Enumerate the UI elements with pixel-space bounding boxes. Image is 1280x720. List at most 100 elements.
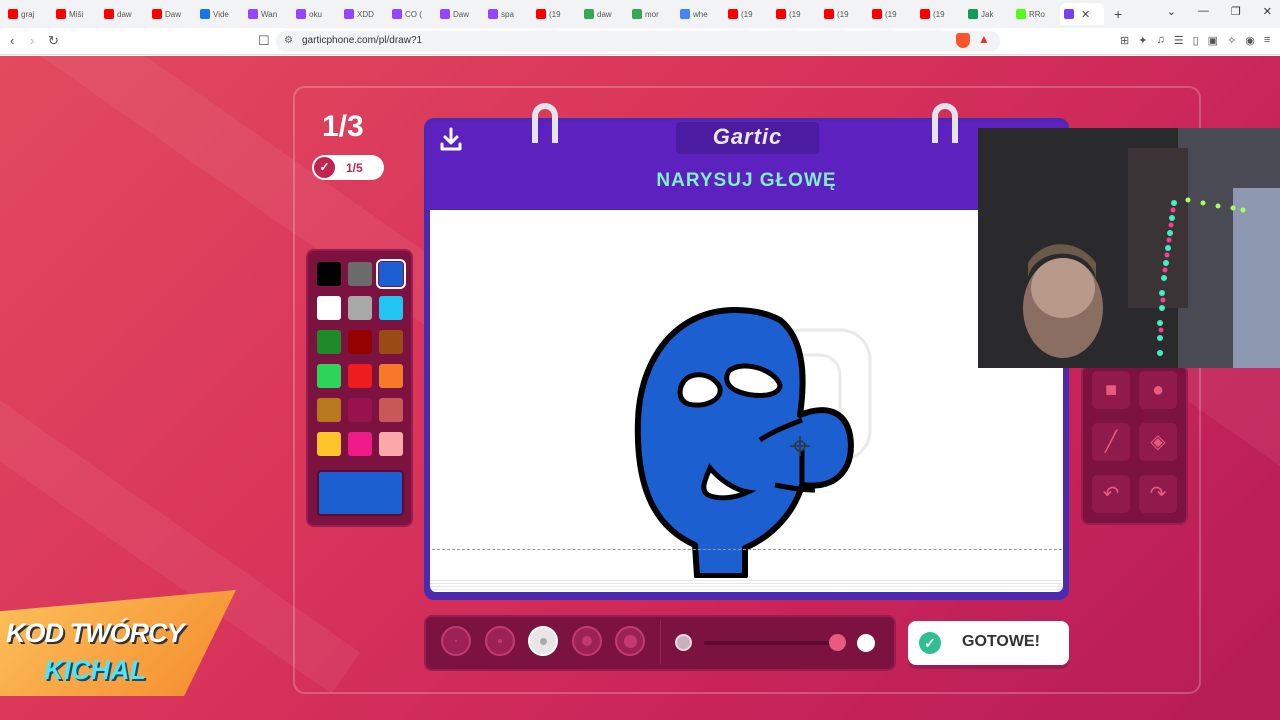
- brush-size-button[interactable]: [441, 626, 471, 656]
- brush-size-dot: [539, 637, 547, 645]
- opacity-slider-knob[interactable]: [829, 634, 846, 651]
- url-field[interactable]: ⚙ garticphone.com/pl/draw?1: [276, 31, 1000, 52]
- brush-size-button[interactable]: [571, 626, 602, 656]
- new-tab-icon[interactable]: +: [1114, 6, 1122, 22]
- reading-list-icon[interactable]: ☰: [1174, 34, 1184, 47]
- color-swatch[interactable]: [379, 398, 403, 422]
- browser-tab[interactable]: daw: [580, 3, 628, 25]
- browser-tab[interactable]: (19: [772, 3, 820, 25]
- browser-tab[interactable]: (19: [532, 3, 580, 25]
- redo-icon[interactable]: ↷: [1139, 475, 1177, 513]
- brush-size-button[interactable]: [484, 626, 515, 656]
- back-icon[interactable]: ‹: [10, 33, 14, 48]
- browser-tab[interactable]: spa: [484, 3, 532, 25]
- color-swatch[interactable]: [379, 364, 403, 388]
- browser-tab[interactable]: (19: [868, 3, 916, 25]
- brush-size-button[interactable]: [615, 626, 645, 656]
- tab-favicon-icon: [920, 9, 930, 19]
- drawing-canvas[interactable]: [430, 210, 1063, 580]
- color-swatch[interactable]: [317, 398, 341, 422]
- color-swatch[interactable]: [317, 432, 341, 456]
- browser-tab[interactable]: XDD: [340, 3, 388, 25]
- color-swatch[interactable]: [317, 262, 341, 286]
- done-button[interactable]: ✓ GOTOWE!: [908, 621, 1069, 665]
- tab-label: (19: [837, 9, 849, 19]
- browser-tab[interactable]: daw: [100, 3, 148, 25]
- sidebar-icon[interactable]: ▯: [1193, 34, 1199, 47]
- tab-label: (19: [885, 9, 897, 19]
- menu-icon[interactable]: ≡: [1264, 34, 1270, 47]
- browser-tab[interactable]: Vide: [196, 3, 244, 25]
- ellipse-tool-icon[interactable]: ●: [1139, 371, 1177, 409]
- color-swatch[interactable]: [348, 330, 372, 354]
- color-swatch[interactable]: [348, 296, 372, 320]
- translate-icon[interactable]: ⊞: [1120, 34, 1129, 47]
- browser-tab[interactable]: Daw: [436, 3, 484, 25]
- vpn-icon[interactable]: ◉: [1245, 34, 1255, 47]
- brush-size-button[interactable]: [528, 626, 558, 656]
- tab-favicon-icon: [728, 9, 738, 19]
- tab-label: spa: [501, 9, 514, 19]
- undo-icon[interactable]: ↶: [1092, 475, 1130, 513]
- tab-label: daw: [597, 9, 612, 19]
- brave-rewards-icon[interactable]: ▲: [978, 32, 990, 46]
- browser-tab[interactable]: whe: [676, 3, 724, 25]
- tab-favicon-icon: [1064, 9, 1074, 19]
- download-icon[interactable]: [438, 126, 464, 152]
- brave-shield-icon[interactable]: [956, 33, 970, 48]
- site-info-icon[interactable]: ⚙: [284, 35, 293, 46]
- players-done-badge: ✓ 1/5: [312, 155, 384, 180]
- color-swatch[interactable]: [317, 296, 341, 320]
- browser-tab[interactable]: CO (: [388, 3, 436, 25]
- opacity-min-icon: [675, 634, 692, 651]
- browser-tab[interactable]: (19: [916, 3, 964, 25]
- browser-tab[interactable]: mor: [628, 3, 676, 25]
- round-counter: 1/3: [322, 110, 364, 143]
- bookmark-icon[interactable]: ☐: [258, 33, 270, 49]
- color-swatch[interactable]: [348, 432, 372, 456]
- tab-favicon-icon: [824, 9, 834, 19]
- color-swatch[interactable]: [317, 364, 341, 388]
- color-swatch[interactable]: [379, 432, 403, 456]
- color-swatch[interactable]: [379, 330, 403, 354]
- tab-label: (19: [789, 9, 801, 19]
- leo-icon[interactable]: ✧: [1227, 34, 1236, 47]
- tools-panel: ■ ● ╱ ◈ ↶ ↷: [1081, 365, 1188, 525]
- color-swatch[interactable]: [379, 296, 403, 320]
- toolbar-divider: [660, 620, 661, 664]
- color-swatch[interactable]: [348, 262, 372, 286]
- browser-tab[interactable]: oku: [292, 3, 340, 25]
- maximize-icon[interactable]: ❐: [1231, 5, 1241, 18]
- tab-search-icon[interactable]: ⌄: [1167, 5, 1176, 18]
- browser-tab[interactable]: Miši: [52, 3, 100, 25]
- tab-favicon-icon: [200, 9, 210, 19]
- tab-label: XDD: [357, 9, 374, 19]
- line-tool-icon[interactable]: ╱: [1092, 423, 1130, 461]
- color-swatch[interactable]: [376, 259, 406, 289]
- extension-icon[interactable]: ✦: [1138, 34, 1147, 47]
- browser-tab[interactable]: Wan: [244, 3, 292, 25]
- browser-tab[interactable]: (19: [820, 3, 868, 25]
- minimize-icon[interactable]: —: [1198, 5, 1209, 18]
- reload-icon[interactable]: ↻: [48, 33, 59, 49]
- wallet-icon[interactable]: ▣: [1208, 34, 1218, 47]
- browser-tab[interactable]: Jak: [964, 3, 1012, 25]
- media-icon[interactable]: ♫: [1156, 34, 1164, 47]
- color-swatch[interactable]: [348, 398, 372, 422]
- extensions-area: ⊞ ✦ ♫ ☰ ▯ ▣ ✧ ◉ ≡: [1120, 34, 1270, 47]
- color-swatch[interactable]: [317, 330, 341, 354]
- opacity-slider[interactable]: [704, 641, 834, 645]
- browser-tab[interactable]: Daw: [148, 3, 196, 25]
- close-window-icon[interactable]: ✕: [1263, 5, 1272, 18]
- tab-favicon-icon: [776, 9, 786, 19]
- tab-favicon-icon: [968, 9, 978, 19]
- browser-tab[interactable]: (19: [724, 3, 772, 25]
- forward-icon[interactable]: ›: [30, 33, 34, 48]
- browser-tab[interactable]: graj: [4, 3, 52, 25]
- browser-tab-active[interactable]: ✕: [1060, 3, 1104, 25]
- close-tab-icon[interactable]: ✕: [1081, 8, 1090, 21]
- browser-tab[interactable]: RRo: [1012, 3, 1060, 25]
- square-tool-icon[interactable]: ■: [1092, 371, 1130, 409]
- color-swatch[interactable]: [348, 364, 372, 388]
- fill-bucket-icon[interactable]: ◈: [1139, 423, 1177, 461]
